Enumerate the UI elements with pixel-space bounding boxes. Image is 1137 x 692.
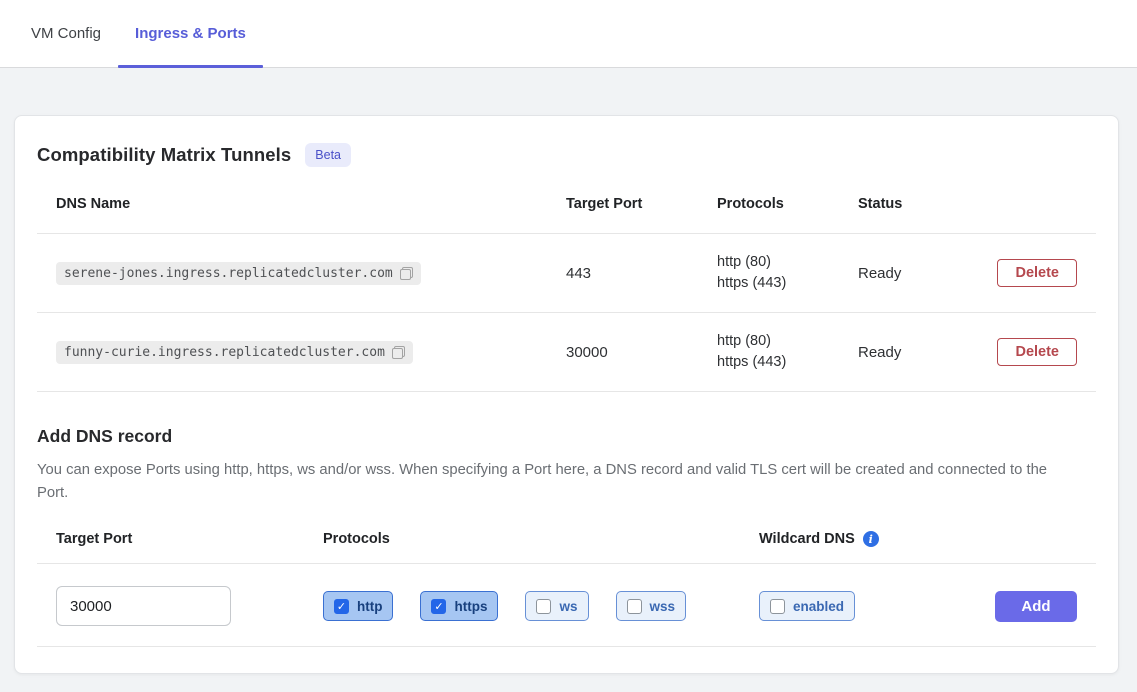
checkbox-icon bbox=[334, 599, 349, 614]
wildcard-dns-label-text: Wildcard DNS bbox=[759, 531, 855, 547]
target-port-value: 443 bbox=[566, 265, 717, 282]
form-label-row: Target Port Protocols Wildcard DNS i bbox=[37, 531, 1096, 564]
protocol-checkbox-http[interactable]: http bbox=[323, 591, 393, 621]
checkbox-icon bbox=[431, 599, 446, 614]
delete-button[interactable]: Delete bbox=[997, 259, 1077, 287]
copy-icon[interactable] bbox=[400, 267, 413, 280]
checkbox-icon bbox=[627, 599, 642, 614]
tab-ingress-ports[interactable]: Ingress & Ports bbox=[118, 0, 263, 67]
header-target-port: Target Port bbox=[566, 196, 717, 212]
dns-name-chip: funny-curie.ingress.replicatedcluster.co… bbox=[56, 341, 413, 364]
target-port-value: 30000 bbox=[566, 344, 717, 361]
header-status: Status bbox=[858, 196, 997, 212]
card-header: Compatibility Matrix Tunnels Beta bbox=[37, 143, 1096, 167]
dns-name-text: serene-jones.ingress.replicatedcluster.c… bbox=[64, 266, 393, 281]
table-row: funny-curie.ingress.replicatedcluster.co… bbox=[37, 313, 1096, 392]
add-dns-record-description: You can expose Ports using http, https, … bbox=[37, 459, 1057, 505]
info-icon[interactable]: i bbox=[863, 531, 879, 547]
tunnels-table: DNS Name Target Port Protocols Status se… bbox=[37, 167, 1096, 392]
tunnels-card: Compatibility Matrix Tunnels Beta DNS Na… bbox=[14, 115, 1119, 674]
protocol-entry: http (80) bbox=[717, 252, 858, 273]
copy-icon[interactable] bbox=[392, 346, 405, 359]
tab-bar: VM Config Ingress & Ports bbox=[0, 0, 1137, 68]
table-row: serene-jones.ingress.replicatedcluster.c… bbox=[37, 234, 1096, 313]
checkbox-icon bbox=[536, 599, 551, 614]
protocol-checkbox-wss[interactable]: wss bbox=[616, 591, 687, 621]
header-dns-name: DNS Name bbox=[56, 196, 566, 212]
status-value: Ready bbox=[858, 344, 997, 361]
dns-name-chip: serene-jones.ingress.replicatedcluster.c… bbox=[56, 262, 421, 285]
dns-name-text: funny-curie.ingress.replicatedcluster.co… bbox=[64, 345, 385, 360]
protocol-checkbox-https[interactable]: https bbox=[420, 591, 498, 621]
checkbox-icon bbox=[770, 599, 785, 614]
wildcard-enabled-checkbox[interactable]: enabled bbox=[759, 591, 855, 621]
protocol-entry: http (80) bbox=[717, 331, 858, 352]
beta-badge: Beta bbox=[305, 143, 351, 167]
add-button[interactable]: Add bbox=[995, 591, 1077, 622]
wildcard-checkbox-label: enabled bbox=[793, 599, 844, 614]
label-protocols: Protocols bbox=[323, 531, 759, 547]
protocol-checkbox-ws[interactable]: ws bbox=[525, 591, 588, 621]
delete-button[interactable]: Delete bbox=[997, 338, 1077, 366]
protocol-checkbox-label: wss bbox=[650, 599, 676, 614]
tab-vm-config[interactable]: VM Config bbox=[14, 0, 118, 67]
form-controls-row: http https ws wss enabled bbox=[37, 564, 1096, 647]
header-protocols: Protocols bbox=[717, 196, 858, 212]
table-header-row: DNS Name Target Port Protocols Status bbox=[37, 167, 1096, 234]
protocol-checkbox-label: https bbox=[454, 599, 487, 614]
protocol-entry: https (443) bbox=[717, 352, 858, 373]
label-target-port: Target Port bbox=[56, 531, 323, 547]
protocol-checkbox-group: http https ws wss bbox=[323, 591, 759, 621]
protocol-entry: https (443) bbox=[717, 273, 858, 294]
status-value: Ready bbox=[858, 265, 997, 282]
card-title: Compatibility Matrix Tunnels bbox=[37, 144, 291, 166]
label-wildcard-dns: Wildcard DNS i bbox=[759, 531, 939, 547]
protocol-checkbox-label: http bbox=[357, 599, 382, 614]
protocol-checkbox-label: ws bbox=[559, 599, 577, 614]
target-port-input[interactable] bbox=[56, 586, 231, 626]
add-dns-record-title: Add DNS record bbox=[37, 426, 1096, 447]
